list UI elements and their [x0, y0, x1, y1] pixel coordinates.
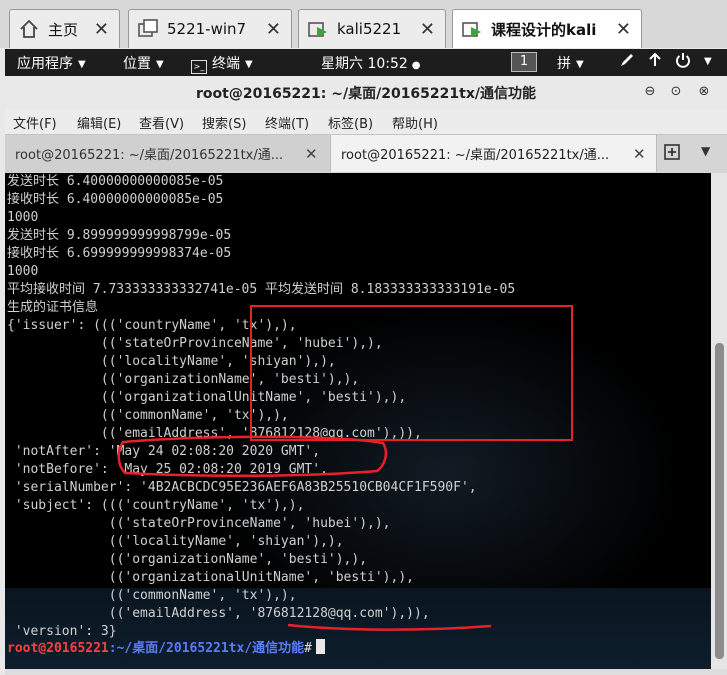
power-icon[interactable] [675, 52, 691, 72]
vm-icon [137, 18, 159, 40]
home-icon [18, 18, 40, 40]
minimize-icon[interactable]: ⊖ [641, 83, 659, 101]
close-icon[interactable]: ✕ [94, 19, 109, 40]
close-icon[interactable]: ⊗ [695, 83, 713, 101]
caret-down-icon: ▼ [576, 59, 584, 70]
vm-tab-label: 主页 [48, 20, 79, 39]
terminal-tab-active[interactable]: root@20165221: ~/桌面/20165221tx/通... ✕ [330, 135, 657, 172]
dot-icon: ● [411, 60, 421, 71]
vm-tab-5221-win7[interactable]: 5221-win7 ✕ [128, 9, 292, 48]
applications-menu[interactable]: 应用程序 ▼ [17, 53, 86, 73]
maximize-icon[interactable]: ⊙ [667, 83, 685, 101]
issuer-highlight-box [250, 305, 573, 441]
clock[interactable]: 星期六 10:52 ● [321, 53, 421, 73]
close-icon[interactable]: ✕ [420, 19, 435, 40]
terminal-app-menu[interactable]: >_ 终端 ▼ [191, 53, 253, 74]
vm-tab-course-kali[interactable]: 课程设计的kali ✕ [452, 9, 642, 48]
vm-play-icon [307, 18, 329, 40]
pen-icon[interactable] [619, 52, 635, 72]
tab-menu-caret-icon[interactable]: ▼ [701, 144, 710, 158]
terminal-tab[interactable]: root@20165221: ~/桌面/20165221tx/通... ✕ [5, 135, 330, 172]
scrollbar-thumb[interactable] [715, 343, 724, 659]
input-method-menu[interactable]: 拼 ▼ [557, 53, 584, 73]
menu-help[interactable]: 帮助(H) [392, 113, 438, 132]
vm-tab-label: 5221-win7 [167, 20, 247, 38]
terminal-window: root@20165221: ~/桌面/20165221tx/通信功能 ⊖ ⊙ … [5, 76, 727, 675]
menu-edit[interactable]: 编辑(E) [77, 113, 121, 132]
network-icon[interactable] [647, 52, 663, 72]
new-tab-icon[interactable] [663, 143, 681, 161]
gnome-top-bar: 应用程序 ▼ 位置 ▼ >_ 终端 ▼ 星期六 10:52 ● 1 拼 ▼ ▼ [5, 49, 727, 76]
window-title: root@20165221: ~/桌面/20165221tx/通信功能 [196, 86, 536, 102]
vm-tab-label: kali5221 [337, 20, 402, 38]
menu-bar: 文件(F) 编辑(E) 查看(V) 搜索(S) 终端(T) 标签(B) 帮助(H… [5, 109, 727, 134]
caret-down-icon: ▼ [156, 59, 164, 70]
close-icon[interactable]: ✕ [266, 19, 281, 40]
terminal-icon: >_ [191, 60, 207, 74]
vm-play-icon [461, 18, 483, 40]
tab-label: root@20165221: ~/桌面/20165221tx/通... [15, 148, 284, 163]
menu-tabs[interactable]: 标签(B) [328, 113, 373, 132]
vm-tab-home[interactable]: 主页 ✕ [9, 9, 120, 48]
menu-view[interactable]: 查看(V) [139, 113, 184, 132]
close-icon[interactable]: ✕ [305, 145, 318, 163]
menu-search[interactable]: 搜索(S) [202, 113, 246, 132]
workspace-indicator[interactable]: 1 [511, 52, 537, 72]
caret-down-icon: ▼ [704, 56, 712, 67]
menu-terminal[interactable]: 终端(T) [265, 113, 309, 132]
caret-down-icon: ▼ [245, 59, 253, 70]
terminal-output[interactable]: 发送时长 6.40000000000085e-05 接收时长 6.40000000… [5, 173, 711, 669]
places-menu[interactable]: 位置 ▼ [123, 53, 164, 73]
scrollbar[interactable] [711, 173, 727, 669]
title-bar[interactable]: root@20165221: ~/桌面/20165221tx/通信功能 ⊖ ⊙ … [5, 76, 727, 109]
close-icon[interactable]: ✕ [633, 145, 646, 163]
validity-highlight-loop [117, 435, 388, 478]
power-caret[interactable]: ▼ [699, 53, 712, 69]
vm-tab-label: 课程设计的kali [491, 20, 597, 39]
caret-down-icon: ▼ [78, 59, 86, 70]
terminal-tab-bar: root@20165221: ~/桌面/20165221tx/通... ✕ ro… [5, 134, 727, 173]
status-strip [5, 669, 727, 675]
tab-label: root@20165221: ~/桌面/20165221tx/通... [341, 148, 610, 163]
close-icon[interactable]: ✕ [616, 19, 631, 40]
menu-file[interactable]: 文件(F) [13, 113, 57, 132]
email-underline [287, 623, 492, 631]
vm-tab-bar: 主页 ✕ 5221-win7 ✕ kali5221 ✕ 课程设计的kali ✕ [0, 0, 727, 48]
annotation-overlay [117, 305, 573, 631]
vm-tab-kali5221[interactable]: kali5221 ✕ [298, 9, 446, 48]
